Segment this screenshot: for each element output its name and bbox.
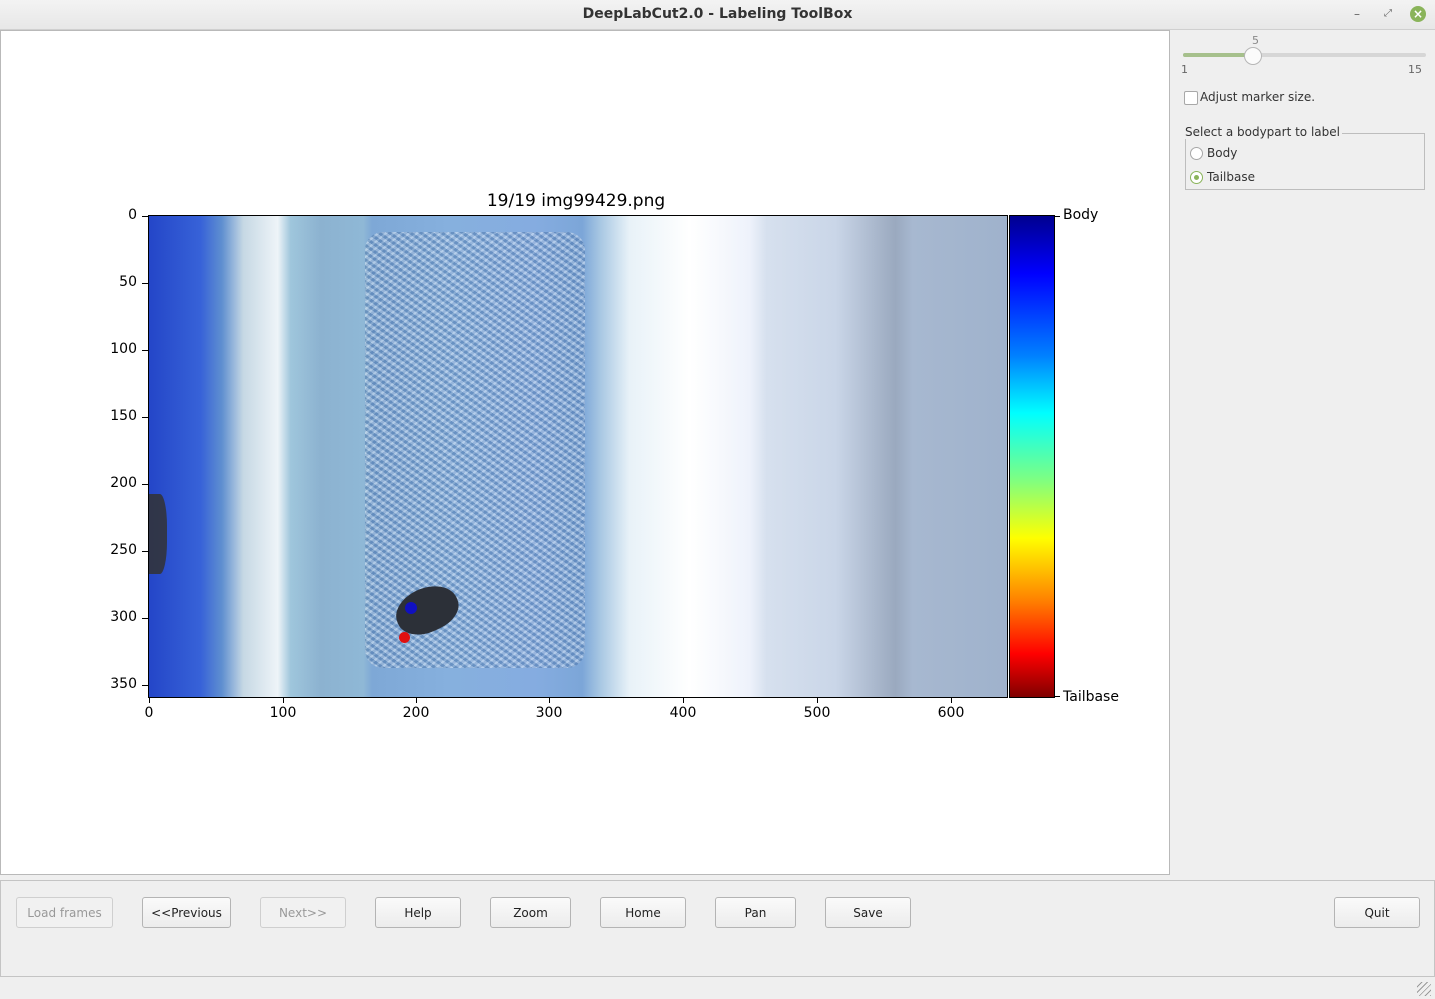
y-tick-label: 0 [128,207,137,223]
tailbase-marker[interactable] [399,632,410,643]
x-tick-mark [416,697,417,703]
y-tick-mark [142,484,148,485]
colorbar-tick [1054,696,1060,697]
body-radio[interactable] [1190,147,1203,160]
save-button[interactable]: Save [825,897,911,928]
colorbar-tick [1054,216,1060,217]
x-tick-label: 600 [937,705,965,721]
x-tick-mark [283,697,284,703]
x-tick-mark [549,697,550,703]
y-tick-mark [142,283,148,284]
y-tick-mark [142,350,148,351]
zoom-button[interactable]: Zoom [490,897,571,928]
slider-min-label: 1 [1181,63,1188,76]
bodypart-group-title: Select a bodypart to label [1185,125,1342,139]
y-tick-label: 300 [110,609,137,625]
adjust-marker-checkbox[interactable] [1184,91,1198,105]
status-bar [0,977,1435,999]
tailbase-radio[interactable] [1190,171,1203,184]
y-tick-label: 200 [110,475,137,491]
x-tick-mark [683,697,684,703]
x-tick-mark [149,697,150,703]
next-button[interactable]: Next>> [260,897,346,928]
home-button[interactable]: Home [600,897,686,928]
frame-image[interactable] [148,215,1008,698]
plot-canvas[interactable]: 19/19 img99429.png 0 50 100 150 200 250 … [0,30,1170,875]
y-tick-label: 50 [119,274,137,290]
bedding-area [365,232,585,668]
y-tick-mark [142,216,148,217]
x-tick-label: 0 [144,705,154,721]
tailbase-radio-label[interactable]: Tailbase [1207,170,1255,184]
adjust-marker-label[interactable]: Adjust marker size. [1200,90,1315,104]
colorbar-label-bottom: Tailbase [1063,689,1119,705]
y-tick-mark [142,685,148,686]
maximize-icon[interactable]: ⤢ [1380,6,1396,22]
cage-shadow [149,494,167,574]
x-tick-label: 200 [402,705,430,721]
colorbar-label-top: Body [1063,207,1099,223]
y-tick-mark [142,417,148,418]
title-bar: DeepLabCut2.0 - Labeling ToolBox – ⤢ × [0,0,1435,30]
x-tick-label: 100 [269,705,297,721]
previous-button[interactable]: <<Previous [142,897,231,928]
slider-handle[interactable] [1244,47,1263,65]
y-tick-label: 100 [110,341,137,357]
window-title: DeepLabCut2.0 - Labeling ToolBox [582,6,853,22]
body-marker[interactable] [405,602,417,614]
y-tick-mark [142,618,148,619]
side-panel: 5 1 15 Adjust marker size. Select a body… [1170,30,1435,873]
slider-value: 5 [1252,34,1259,47]
y-tick-mark [142,551,148,552]
y-tick-label: 250 [110,542,137,558]
help-button[interactable]: Help [375,897,461,928]
x-tick-label: 300 [535,705,563,721]
marker-size-slider[interactable] [1183,53,1426,57]
load-frames-button[interactable]: Load frames [16,897,113,928]
x-tick-label: 400 [669,705,697,721]
pan-button[interactable]: Pan [715,897,796,928]
resize-grip-icon[interactable] [1417,982,1431,996]
body-radio-label[interactable]: Body [1207,146,1237,160]
bodypart-colorbar [1009,215,1055,698]
slider-max-label: 15 [1408,63,1422,76]
quit-button[interactable]: Quit [1334,897,1420,928]
x-tick-mark [817,697,818,703]
plot-title: 19/19 img99429.png [486,191,666,211]
slider-fill [1183,53,1253,57]
x-tick-mark [951,697,952,703]
minimize-icon[interactable]: – [1349,6,1365,22]
x-tick-label: 500 [803,705,831,721]
button-bar: Load frames <<Previous Next>> Help Zoom … [0,880,1435,977]
close-icon[interactable]: × [1410,6,1426,22]
y-tick-label: 350 [110,676,137,692]
y-tick-label: 150 [110,408,137,424]
